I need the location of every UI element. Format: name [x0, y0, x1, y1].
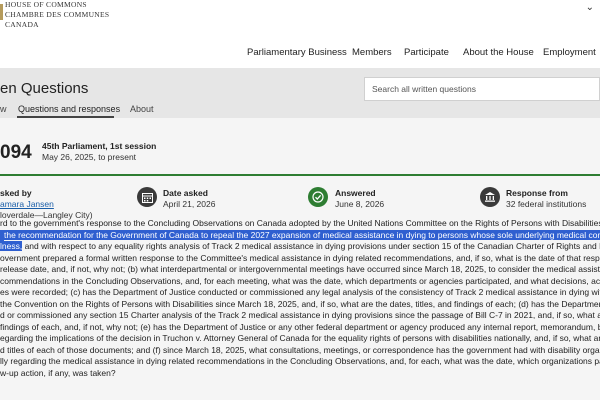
- question-text-line: lly regarding the medical assistance in …: [0, 356, 600, 366]
- tab-questions-and-responses[interactable]: Questions and responses: [18, 104, 120, 114]
- question-text: rd to the government's response to the C…: [0, 218, 600, 379]
- asked-by-member-link[interactable]: amara Jansen: [0, 199, 54, 209]
- chevron-down-icon[interactable]: ⌄: [586, 2, 594, 13]
- tab-about[interactable]: About: [130, 104, 154, 114]
- session-label: 45th Parliament, 1st session: [42, 141, 157, 151]
- response-from-label: Response from: [506, 188, 568, 198]
- response-from-value: 32 federal institutions: [506, 199, 587, 209]
- checkmark-icon: [308, 187, 328, 207]
- site-brand[interactable]: HOUSE OF COMMONS CHAMBRE DES COMMUNES CA…: [5, 0, 109, 30]
- question-text-line: release date, and, if not, why not; (b) …: [0, 264, 600, 274]
- nav-about-the-house[interactable]: About the House: [463, 47, 534, 58]
- question-text-line: egarding the implications of the decisio…: [0, 333, 600, 343]
- nav-employment[interactable]: Employment: [543, 47, 596, 58]
- question-text-line: commendations in the Concluding Observat…: [0, 275, 600, 286]
- answered-value: June 8, 2026: [335, 199, 385, 209]
- question-text-line: the Convention on the Rights of Persons …: [0, 298, 600, 309]
- house-of-commons-logo-icon[interactable]: [0, 4, 3, 20]
- brand-line-3: CANADA: [5, 20, 39, 29]
- question-text-line: findings of each, and, if not, why not; …: [0, 321, 600, 332]
- selected-text: the recommendation for the Government of…: [4, 229, 600, 240]
- question-text-line: w-up action, if any, was taken?: [0, 367, 116, 378]
- institution-icon: [480, 187, 500, 207]
- page-title: en Questions: [0, 80, 89, 97]
- question-number: 094: [0, 142, 32, 163]
- nav-parliamentary-business[interactable]: Parliamentary Business: [247, 47, 347, 58]
- question-text-line: the recommendation for the Government of…: [0, 229, 600, 241]
- search-box[interactable]: [364, 77, 600, 101]
- session-date: May 26, 2025, to present: [42, 152, 137, 162]
- question-text-span: and with respect to any equality rights …: [22, 241, 600, 251]
- tab-overview[interactable]: w: [0, 104, 7, 114]
- selected-text: lness,: [0, 241, 23, 251]
- brand-line-2: CHAMBRE DES COMMUNES: [5, 10, 110, 19]
- asked-by-label: sked by: [0, 188, 32, 198]
- search-input[interactable]: [365, 78, 599, 100]
- question-text-line: es were recorded; (c) has the Department…: [0, 287, 600, 297]
- nav-members[interactable]: Members: [352, 47, 392, 58]
- nav-participate[interactable]: Participate: [404, 47, 449, 58]
- question-text-line: d titles of each of those documents; and…: [0, 344, 600, 355]
- date-asked-label: Date asked: [163, 188, 208, 198]
- question-text-line: d or commissioned any section 15 Charter…: [0, 310, 600, 320]
- answered-label: Answered: [335, 188, 376, 198]
- divider: [0, 174, 600, 176]
- date-asked-value: April 21, 2026: [163, 199, 216, 209]
- calendar-icon: [137, 187, 157, 207]
- brand-line-1: HOUSE OF COMMONS: [5, 0, 87, 9]
- question-text-line: rd to the government's response to the C…: [0, 218, 600, 228]
- question-text-line: overnment prepared a formal written resp…: [0, 252, 600, 263]
- question-text-line: lness, and with respect to any equality …: [0, 241, 600, 253]
